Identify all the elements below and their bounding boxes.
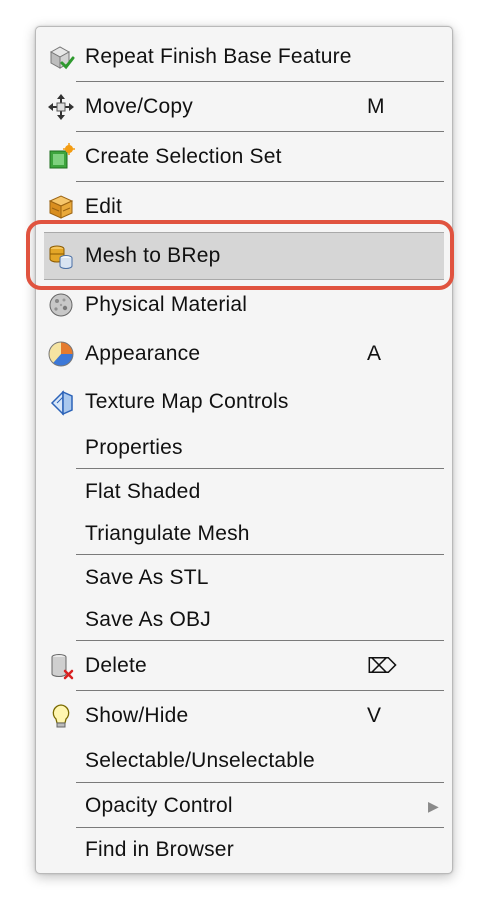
menu-separator <box>76 782 444 783</box>
menu-item-create-selection-set[interactable]: Create Selection Set <box>44 137 444 177</box>
menu-item-edit[interactable]: Edit <box>44 187 444 227</box>
selection-set-icon <box>46 142 76 172</box>
menu-item-show-hide[interactable]: Show/Hide V <box>44 696 444 736</box>
texture-map-icon <box>46 387 76 417</box>
menu-item-flat-shaded[interactable]: Flat Shaded <box>44 472 444 512</box>
menu-item-label: Mesh to BRep <box>85 244 221 267</box>
menu-item-label: Create Selection Set <box>85 145 282 168</box>
menu-item-label: Find in Browser <box>85 838 234 861</box>
physical-material-icon <box>46 290 76 320</box>
menu-separator <box>76 827 444 828</box>
menu-item-label: Delete <box>85 654 147 677</box>
menu-item-properties[interactable]: Properties <box>44 428 444 468</box>
menu-item-label: Texture Map Controls <box>85 390 289 413</box>
menu-item-physical-material[interactable]: Physical Material <box>44 285 444 325</box>
menu-item-label: Selectable/Unselectable <box>85 749 315 772</box>
context-menu: Repeat Finish Base Feature Move/Copy M C… <box>35 26 453 874</box>
menu-separator <box>76 640 444 641</box>
menu-separator <box>76 181 444 182</box>
menu-item-shortcut: V <box>367 704 382 727</box>
menu-item-label: Appearance <box>85 342 201 365</box>
menu-separator <box>76 468 444 469</box>
delete-trash-icon <box>46 651 76 681</box>
menu-item-label: Save As STL <box>85 566 209 589</box>
menu-item-label: Opacity Control <box>85 794 233 817</box>
finish-base-feature-icon <box>46 42 76 72</box>
menu-item-shortcut: A <box>367 342 382 365</box>
menu-item-label: Move/Copy <box>85 95 194 118</box>
menu-item-opacity-control[interactable]: Opacity Control ▶ <box>44 786 444 826</box>
menu-item-label: Edit <box>85 195 122 218</box>
appearance-icon <box>46 339 76 369</box>
menu-item-texture-map-controls[interactable]: Texture Map Controls <box>44 382 444 422</box>
menu-separator <box>76 554 444 555</box>
menu-item-label: Show/Hide <box>85 704 189 727</box>
menu-item-selectable-unselectable[interactable]: Selectable/Unselectable <box>44 741 444 781</box>
menu-item-label: Triangulate Mesh <box>85 522 250 545</box>
menu-item-mesh-to-brep[interactable]: Mesh to BRep <box>44 232 444 280</box>
menu-item-label: Flat Shaded <box>85 480 201 503</box>
menu-item-triangulate-mesh[interactable]: Triangulate Mesh <box>44 514 444 554</box>
menu-separator <box>76 81 444 82</box>
menu-item-label: Repeat Finish Base Feature <box>85 45 352 68</box>
menu-item-label: Save As OBJ <box>85 608 211 631</box>
menu-item-repeat-finish-base-feature[interactable]: Repeat Finish Base Feature <box>44 37 444 77</box>
menu-item-find-in-browser[interactable]: Find in Browser <box>44 830 444 870</box>
menu-separator <box>76 131 444 132</box>
menu-item-shortcut: M <box>367 95 385 118</box>
menu-item-delete[interactable]: Delete ⌦ <box>44 646 444 686</box>
menu-separator <box>76 690 444 691</box>
menu-item-save-as-obj[interactable]: Save As OBJ <box>44 600 444 640</box>
menu-item-appearance[interactable]: Appearance A <box>44 334 444 374</box>
lightbulb-icon <box>46 701 76 731</box>
submenu-arrow-icon: ▶ <box>428 797 439 814</box>
move-arrows-icon <box>46 92 76 122</box>
mesh-to-brep-icon <box>46 241 76 271</box>
menu-item-label: Properties <box>85 436 183 459</box>
menu-item-label: Physical Material <box>85 293 248 316</box>
menu-item-save-as-stl[interactable]: Save As STL <box>44 558 444 598</box>
edit-box-icon <box>46 192 76 222</box>
delete-key-icon: ⌦ <box>367 654 397 678</box>
menu-item-move-copy[interactable]: Move/Copy M <box>44 87 444 127</box>
